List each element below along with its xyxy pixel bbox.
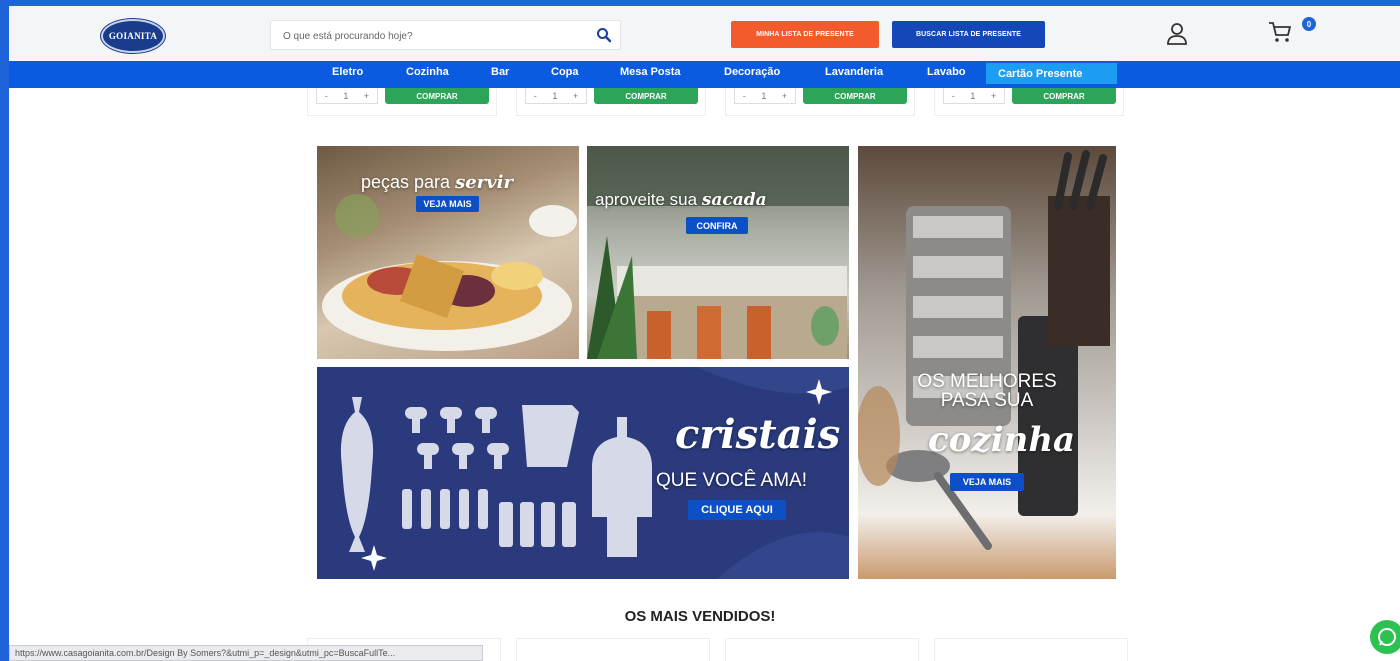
bestseller-card[interactable]: [516, 638, 710, 661]
stepper-plus[interactable]: +: [991, 91, 996, 101]
nav-item-eletro[interactable]: Eletro: [332, 61, 363, 83]
stepper-plus[interactable]: +: [364, 91, 369, 101]
stepper-plus[interactable]: +: [782, 91, 787, 101]
product-card: - 1 + COMPRAR: [516, 88, 706, 116]
logo-text: GOIANITA: [108, 31, 158, 41]
banner-cozinha-title: OS MELHORES PASA SUA: [917, 371, 1057, 411]
stepper-value: 1: [552, 90, 558, 101]
bestseller-card[interactable]: [934, 638, 1128, 661]
nav-item-cartao-presente[interactable]: Cartão Presente: [986, 63, 1117, 84]
buy-button[interactable]: COMPRAR: [385, 88, 489, 104]
banner-cozinha-button[interactable]: VEJA MAIS: [950, 473, 1024, 491]
banner-servir[interactable]: peças para servir VEJA MAIS: [317, 146, 579, 359]
user-icon[interactable]: [1166, 22, 1188, 46]
stepper-minus[interactable]: -: [952, 91, 955, 101]
banner-cozinha[interactable]: OS MELHORES PASA SUA cozinha VEJA MAIS: [858, 146, 1116, 579]
banner-servir-title: peças para servir: [361, 172, 513, 193]
nav-item-cozinha[interactable]: Cozinha: [406, 61, 449, 83]
quantity-stepper[interactable]: - 1 +: [316, 88, 378, 104]
stepper-value: 1: [343, 90, 349, 101]
banner-sacada-button[interactable]: CONFIRA: [686, 217, 748, 234]
status-bar-url: https://www.casagoianita.com.br/Design B…: [9, 645, 483, 661]
site-logo[interactable]: GOIANITA: [101, 19, 165, 53]
nav-item-lavanderia[interactable]: Lavanderia: [825, 61, 883, 83]
nav-item-mesa-posta[interactable]: Mesa Posta: [620, 61, 681, 83]
banner-servir-button[interactable]: VEJA MAIS: [416, 196, 479, 212]
product-card: - 1 + COMPRAR: [725, 88, 915, 116]
search-input[interactable]: [281, 27, 585, 45]
banner-cozinha-script: cozinha: [928, 420, 1076, 460]
cart-icon[interactable]: [1268, 20, 1292, 44]
cart-count-badge: 0: [1302, 17, 1316, 31]
nav-item-decoracao[interactable]: Decoração: [724, 61, 780, 83]
whatsapp-button[interactable]: [1370, 620, 1400, 654]
search-gift-list-button[interactable]: BUSCAR LISTA DE PRESENTE: [892, 21, 1045, 48]
stepper-plus[interactable]: +: [573, 91, 578, 101]
buy-button[interactable]: COMPRAR: [594, 88, 698, 104]
buy-button[interactable]: COMPRAR: [1012, 88, 1116, 104]
spice-rack-image: [858, 150, 1110, 550]
banner-cristais[interactable]: cristais QUE VOCÊ AMA! CLIQUE AQUI: [317, 367, 849, 579]
buy-button[interactable]: COMPRAR: [803, 88, 907, 104]
product-card: - 1 + COMPRAR: [934, 88, 1124, 116]
quantity-stepper[interactable]: - 1 +: [734, 88, 796, 104]
banner-sacada-title: aproveite sua sacada: [595, 190, 767, 210]
whatsapp-icon: [1378, 628, 1396, 646]
stepper-value: 1: [970, 90, 976, 101]
bestsellers-heading: OS MAIS VENDIDOS!: [624, 608, 776, 625]
banner-cristais-subtitle: QUE VOCÊ AMA!: [656, 470, 807, 491]
nav-item-bar[interactable]: Bar: [491, 61, 509, 83]
bestseller-card[interactable]: [725, 638, 919, 661]
nav-item-lavabo[interactable]: Lavabo: [927, 61, 966, 83]
stepper-minus[interactable]: -: [325, 91, 328, 101]
stepper-value: 1: [761, 90, 767, 101]
product-card: - 1 + COMPRAR: [307, 88, 497, 116]
balcony-image: [587, 146, 849, 359]
banner-cristais-button[interactable]: CLIQUE AQUI: [688, 500, 786, 520]
category-nav: Eletro Cozinha Bar Copa Mesa Posta Decor…: [9, 61, 1400, 88]
my-gift-list-button[interactable]: MINHA LISTA DE PRESENTE: [731, 21, 879, 48]
quantity-stepper[interactable]: - 1 +: [525, 88, 587, 104]
window-frame-left: [0, 0, 9, 661]
stepper-minus[interactable]: -: [743, 91, 746, 101]
nav-item-copa[interactable]: Copa: [551, 61, 579, 83]
search-icon[interactable]: [596, 27, 612, 43]
quantity-stepper[interactable]: - 1 +: [943, 88, 1005, 104]
stepper-minus[interactable]: -: [534, 91, 537, 101]
search-box: [270, 20, 621, 50]
banner-sacada[interactable]: aproveite sua sacada CONFIRA: [587, 146, 849, 359]
banner-cristais-script: cristais: [675, 411, 841, 458]
site-header: [9, 6, 1400, 61]
